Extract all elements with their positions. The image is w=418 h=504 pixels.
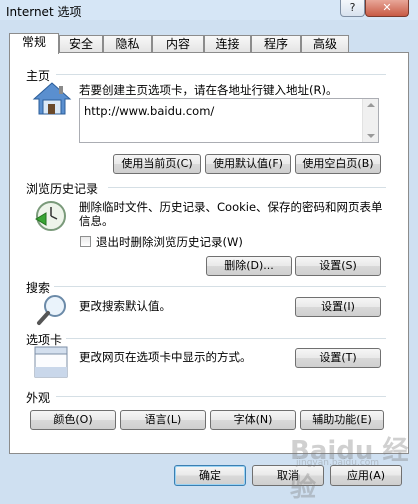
help-button[interactable]: ? [340,0,365,17]
history-separator [108,187,386,188]
search-settings-button[interactable]: 设置(I) [295,297,381,317]
home-description: 若要创建主页选项卡，请在各地址行键入地址(R)。 [79,83,338,97]
history-description: 删除临时文件、历史记录、Cookie、保存的密码和网页表单信息。 [79,200,383,228]
tabs-settings-button[interactable]: 设置(T) [295,348,381,368]
use-current-button[interactable]: 使用当前页(C) [113,154,201,174]
appearance-separator [56,396,386,397]
home-url-textarea[interactable]: http://www.baidu.com/ [79,98,379,143]
home-icon [32,82,72,115]
tab-connections[interactable]: 连接 [204,35,251,53]
close-button[interactable]: ✕ [365,0,409,17]
tab-programs[interactable]: 程序 [251,35,301,53]
window-title: Internet 选项 [6,5,82,19]
delete-on-exit-checkbox[interactable] [80,236,91,247]
use-default-button[interactable]: 使用默认值(F) [205,154,291,174]
scroll-up-icon[interactable] [367,103,375,107]
scroll-down-icon[interactable] [367,134,375,138]
tab-strip: 常规 安全 隐私 内容 连接 程序 高级 [9,33,349,54]
use-blank-button[interactable]: 使用空白页(B) [295,154,381,174]
tab-general[interactable]: 常规 [9,33,59,54]
delete-history-button[interactable]: 删除(D)... [206,256,292,276]
history-section-title: 浏览历史记录 [26,182,99,196]
tabs-description: 更改网页在选项卡中显示的方式。 [79,350,252,364]
url-scrollbar[interactable] [362,99,378,142]
ok-button[interactable]: 确定 [174,465,246,486]
delete-on-exit-label: 退出时删除浏览历史记录(W) [96,235,243,249]
tab-privacy[interactable]: 隐私 [103,35,152,53]
history-clock-icon [35,201,66,231]
title-bar: Internet 选项 ? ✕ [0,0,418,20]
general-panel: 主页 若要创建主页选项卡，请在各地址行键入地址(R)。 http://www.b… [9,52,409,454]
tabs-window-icon [34,346,68,378]
tab-advanced[interactable]: 高级 [301,35,349,53]
search-description: 更改搜索默认值。 [79,299,171,313]
home-separator [56,74,386,75]
home-url-value: http://www.baidu.com/ [84,104,215,118]
search-separator [54,286,386,287]
search-magnifier-icon [37,295,66,325]
fonts-button[interactable]: 字体(N) [210,410,296,430]
tabs-separator [66,338,386,339]
tab-content[interactable]: 内容 [152,35,204,53]
accessibility-button[interactable]: 辅助功能(E) [300,410,384,430]
watermark-url: jingyan.baidu.com [296,458,380,468]
colors-button[interactable]: 颜色(O) [30,410,116,430]
appearance-section-title: 外观 [26,391,51,405]
history-settings-button[interactable]: 设置(S) [295,256,381,276]
tab-security[interactable]: 安全 [59,35,103,53]
languages-button[interactable]: 语言(L) [120,410,206,430]
